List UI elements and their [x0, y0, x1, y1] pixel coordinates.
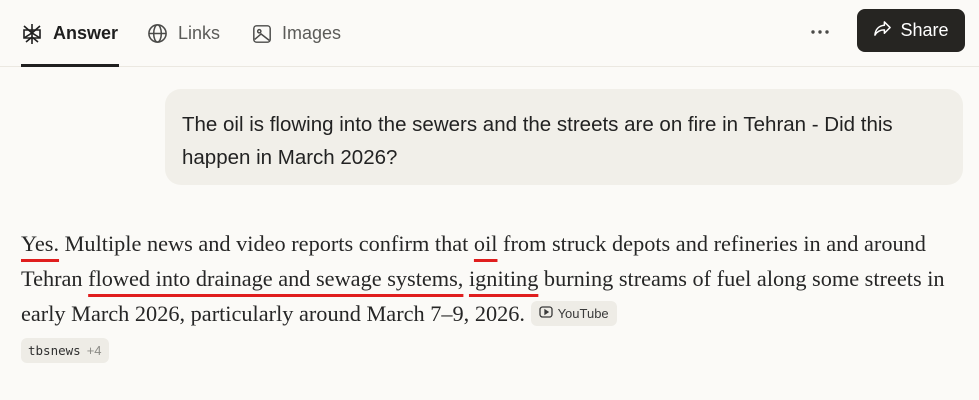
source-chip-label: tbsnews [28, 343, 81, 358]
active-tab-indicator [21, 64, 119, 67]
share-label: Share [900, 20, 949, 40]
perplexity-logo-icon [21, 23, 43, 45]
answer-highlight-yes: Yes. [21, 231, 60, 256]
tab-images[interactable]: Images [252, 0, 341, 67]
top-bar: Answer Links Images Share [0, 0, 979, 67]
more-options-button[interactable] [806, 17, 834, 45]
tab-links[interactable]: Links [147, 0, 220, 67]
image-icon [252, 24, 272, 44]
answer-highlight-drainage: flowed into drainage and sewage systems, [88, 266, 464, 291]
source-chip-youtube[interactable]: YouTube [530, 301, 617, 326]
answer-segment: Multiple news and video reports confirm … [59, 231, 474, 256]
tab-links-label: Links [178, 23, 221, 43]
tab-answer[interactable]: Answer [21, 0, 118, 67]
source-chip-tbsnews[interactable]: tbsnews +4 [21, 338, 109, 363]
source-chip-count: +4 [86, 343, 102, 358]
share-arrow-icon [873, 20, 892, 42]
answer-highlight-oil: oil [473, 231, 498, 256]
tab-images-label: Images [282, 23, 342, 43]
user-query-text: The oil is flowing into the sewers and t… [182, 113, 893, 169]
share-button[interactable]: Share [857, 9, 965, 52]
youtube-icon [538, 296, 553, 331]
answer-highlight-igniting: igniting [468, 266, 539, 291]
source-chip-label: YouTube [557, 306, 609, 321]
answer-text: Yes. Multiple news and video reports con… [21, 226, 967, 331]
ellipsis-icon [810, 22, 830, 40]
tab-answer-label: Answer [53, 23, 119, 43]
globe-icon [147, 23, 168, 44]
user-query-bubble: The oil is flowing into the sewers and t… [165, 89, 963, 185]
